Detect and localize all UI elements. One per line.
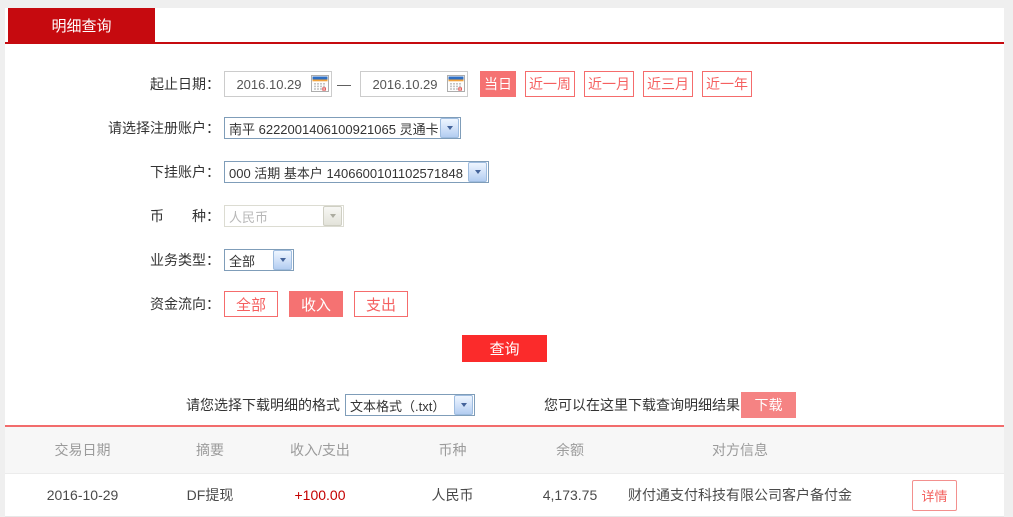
chevron-down-icon — [440, 118, 459, 138]
header-amount: 收入/支出 — [290, 442, 350, 458]
quick-range-today-button[interactable]: 当日 — [480, 71, 516, 97]
sub-account-row: 下挂账户： 000 活期 基本户 1406600101102571848 — [5, 150, 1004, 194]
date-range-row: 起止日期： — — [5, 62, 1004, 106]
quick-range-quarter-button[interactable]: 近三月 — [643, 71, 693, 97]
date-separator: — — [337, 76, 351, 92]
cell-summary: DF提现 — [186, 487, 234, 503]
register-account-value: 南平 6222001406100921065 灵通卡 — [229, 121, 439, 137]
table-row: 2016-10-29 DF提现 +100.00 人民币 4,173.75 财付通… — [5, 474, 1004, 517]
query-form: 起止日期： — — [5, 44, 1004, 425]
sub-account-value: 000 活期 基本户 1406600101102571848 — [229, 165, 463, 181]
currency-label: 币 种： — [150, 208, 220, 224]
chevron-down-icon — [454, 395, 473, 415]
sub-account-label: 下挂账户： — [150, 164, 220, 180]
download-button[interactable]: 下载 — [741, 392, 796, 418]
chevron-down-icon — [273, 250, 292, 270]
register-account-select[interactable]: 南平 6222001406100921065 灵通卡 — [224, 117, 461, 139]
cell-balance: 4,173.75 — [542, 487, 598, 503]
quick-range-year-button[interactable]: 近一年 — [702, 71, 752, 97]
end-date-field — [360, 71, 468, 97]
header-trade-date: 交易日期 — [54, 442, 111, 458]
header-balance: 余额 — [556, 442, 584, 458]
currency-row: 币 种： 人民币 — [5, 194, 1004, 238]
download-row: 请您选择下载明细的格式 文本格式（.txt） 您可以在这里下载查询明细结果 下载 — [5, 385, 1004, 425]
business-type-value: 全部 — [229, 253, 256, 269]
download-format-label: 请您选择下载明细的格式 — [186, 397, 340, 413]
detail-button[interactable]: 详情 — [912, 479, 957, 511]
cell-currency: 人民币 — [431, 487, 474, 503]
download-hint: 您可以在这里下载查询明细结果 — [544, 397, 740, 413]
query-button[interactable]: 查询 — [462, 334, 547, 362]
cell-amount: +100.00 — [294, 487, 346, 503]
fund-flow-income-button[interactable]: 收入 — [289, 291, 344, 317]
cell-counterparty: 财付通支付科技有限公司客户备付金 — [628, 487, 852, 503]
calendar-icon[interactable] — [447, 75, 465, 92]
chevron-down-icon — [468, 162, 487, 182]
date-range-label: 起止日期： — [150, 76, 220, 92]
header-summary: 摘要 — [196, 442, 224, 458]
cell-trade-date: 2016-10-29 — [46, 487, 119, 503]
tab-bar: 明细查询 — [5, 8, 1004, 44]
transactions-table: 交易日期 摘要 收入/支出 币种 余额 对方信息 2016-10-29 DF提现… — [5, 425, 1004, 517]
tab-detail-query[interactable]: 明细查询 — [8, 8, 155, 42]
table-header-row: 交易日期 摘要 收入/支出 币种 余额 对方信息 — [5, 427, 1004, 474]
fund-flow-label: 资金流向： — [150, 296, 220, 312]
currency-value: 人民币 — [229, 209, 269, 225]
start-date-field — [224, 71, 332, 97]
query-row: 查询 — [5, 326, 1004, 370]
detail-query-panel: 明细查询 起止日期： 2016.10.29 — 2016.10.29 当日 近一… — [5, 8, 1004, 517]
cell-action: 详情 — [865, 479, 1004, 511]
currency-select: 人民币 — [224, 205, 344, 227]
quick-range-week-button[interactable]: 近一周 — [525, 71, 575, 97]
fund-flow-row: 资金流向： 全部 收入 支出 — [5, 282, 1004, 326]
calendar-icon[interactable] — [311, 75, 329, 92]
chevron-down-icon — [323, 206, 342, 226]
register-account-label: 请选择注册账户： — [108, 120, 220, 136]
register-account-row: 请选择注册账户： 南平 6222001406100921065 灵通卡 — [5, 106, 1004, 150]
download-format-value: 文本格式（.txt） — [350, 398, 446, 414]
sub-account-select[interactable]: 000 活期 基本户 1406600101102571848 — [224, 161, 489, 183]
download-format-select[interactable]: 文本格式（.txt） — [345, 394, 475, 416]
quick-range-month-button[interactable]: 近一月 — [584, 71, 634, 97]
business-type-row: 业务类型： 全部 — [5, 238, 1004, 282]
header-counterparty: 对方信息 — [712, 442, 768, 458]
fund-flow-expense-button[interactable]: 支出 — [354, 291, 409, 317]
business-type-select[interactable]: 全部 — [224, 249, 294, 271]
fund-flow-all-button[interactable]: 全部 — [224, 291, 279, 317]
business-type-label: 业务类型： — [150, 252, 220, 268]
header-currency: 币种 — [438, 442, 467, 458]
